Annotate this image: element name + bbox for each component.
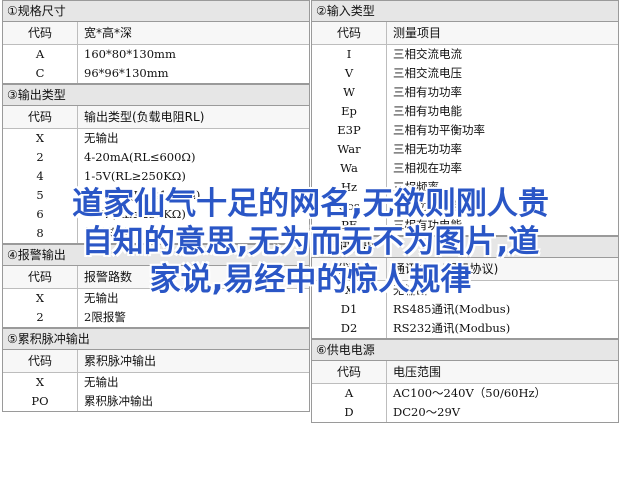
table-row: E3P 三相有功平衡功率 [312, 121, 618, 140]
table-row: 2 4-20mA(RL≤600Ω) [3, 148, 309, 167]
spec-sheet: ①规格尺寸 代码 宽*高*深 A 160*80*130mm C 96*96*130mm ③输出… [0, 0, 621, 478]
code-cell: V [312, 64, 387, 83]
table-row: W 三相有功功率 [312, 83, 618, 102]
description-cell: 160*80*130mm [84, 47, 176, 61]
code-cell: X [3, 129, 78, 148]
column-header-code: 代码 [312, 22, 387, 44]
overlay-line-2: 自知的意思,无为而无不为图片,道 [81, 224, 540, 260]
table-row: C 96*96*130mm [3, 64, 309, 83]
section-title: ③输出类型 [3, 85, 309, 106]
table-row: D DC20～29V [312, 403, 618, 422]
column-header-code: 代码 [312, 361, 387, 383]
watermark-overlay-text: 道家仙气十足的网名,无欲则刚人贵 自知的意思,无为而无不为图片,道 家说,易经中… [0, 185, 621, 299]
section-title: ①规格尺寸 [3, 1, 309, 22]
description-cell: 三相有功电能 [393, 104, 462, 118]
table-header-row: 代码 宽*高*深 [3, 22, 309, 45]
description-cell: 三相无功功率 [393, 142, 462, 156]
table-row: Ep 三相有功电能 [312, 102, 618, 121]
description-cell: 4-20mA(RL≤600Ω) [84, 150, 196, 164]
spec-section: ⑤累积脉冲输出 代码 累积脉冲输出 X 无输出 PO 累积脉冲输出 [2, 328, 310, 412]
table-row: Wa 三相视在功率 [312, 159, 618, 178]
code-cell: C [3, 64, 78, 83]
description-cell: 三相交流电压 [393, 66, 462, 80]
code-cell: X [3, 373, 78, 392]
overlay-line-3: 家说,易经中的惊人规律 [149, 262, 472, 298]
table-row: I 三相交流电流 [312, 45, 618, 64]
table-row: A 160*80*130mm [3, 45, 309, 64]
code-cell: D [312, 403, 387, 422]
table-row: D1 RS485通讯(Modbus) [312, 300, 618, 319]
column-header-code: 代码 [3, 22, 78, 44]
code-cell: Ep [312, 102, 387, 121]
code-cell: A [3, 45, 78, 64]
code-cell: D1 [312, 300, 387, 319]
table-row: X 无输出 [3, 373, 309, 392]
description-cell: 无输出 [84, 375, 119, 389]
table-row: D2 RS232通讯(Modbus) [312, 319, 618, 338]
code-cell: 2 [3, 148, 78, 167]
description-cell: 三相有功平衡功率 [393, 123, 485, 137]
code-cell: 4 [3, 167, 78, 186]
table-row: V 三相交流电压 [312, 64, 618, 83]
column-header-code: 代码 [3, 106, 78, 128]
table-row: 4 1-5V(RL≥250KΩ) [3, 167, 309, 186]
column-header-description: 累积脉冲输出 [84, 354, 157, 368]
section-title: ⑤累积脉冲输出 [3, 329, 309, 350]
code-cell: I [312, 45, 387, 64]
column-header-description: 测量项目 [393, 26, 442, 40]
description-cell: RS485通讯(Modbus) [393, 302, 511, 316]
table-header-row: 代码 电压范围 [312, 361, 618, 384]
section-title: ⑥供电电源 [312, 340, 618, 361]
description-cell: 1-5V(RL≥250KΩ) [84, 169, 186, 183]
description-cell: AC100～240V（50/60Hz） [393, 386, 547, 400]
table-row: A AC100～240V（50/60Hz） [312, 384, 618, 403]
spec-section: ⑥供电电源 代码 电压范围 A AC100～240V（50/60Hz） D DC20～29V [311, 339, 619, 423]
column-header-description: 输出类型(负载电阻RL) [84, 110, 205, 124]
column-header-description: 宽*高*深 [84, 26, 133, 40]
table-row: PO 累积脉冲输出 [3, 392, 309, 411]
code-cell: Wa [312, 159, 387, 178]
code-cell: E3P [312, 121, 387, 140]
code-cell: PO [3, 392, 78, 411]
table-row: War 三相无功功率 [312, 140, 618, 159]
code-cell: W [312, 83, 387, 102]
description-cell: 无输出 [84, 131, 119, 145]
description-cell: 三相交流电流 [393, 47, 462, 61]
code-cell: A [312, 384, 387, 403]
overlay-line-1: 道家仙气十足的网名,无欲则刚人贵 [72, 186, 549, 222]
code-cell: D2 [312, 319, 387, 338]
section-title: ②输入类型 [312, 1, 618, 22]
description-cell: 96*96*130mm [84, 66, 169, 80]
column-header-code: 代码 [3, 350, 78, 372]
code-cell: 2 [3, 308, 78, 327]
description-cell: DC20～29V [393, 405, 461, 419]
description-cell: RS232通讯(Modbus) [393, 321, 511, 335]
table-row: 2 2限报警 [3, 308, 309, 327]
table-header-row: 代码 输出类型(负载电阻RL) [3, 106, 309, 129]
description-cell: 累积脉冲输出 [84, 394, 153, 408]
spec-section: ①规格尺寸 代码 宽*高*深 A 160*80*130mm C 96*96*130mm [2, 0, 310, 84]
table-header-row: 代码 测量项目 [312, 22, 618, 45]
table-row: X 无输出 [3, 129, 309, 148]
column-header-description: 电压范围 [393, 365, 442, 379]
description-cell: 三相视在功率 [393, 161, 462, 175]
description-cell: 三相有功功率 [393, 85, 462, 99]
code-cell: War [312, 140, 387, 159]
description-cell: 2限报警 [84, 310, 126, 324]
table-header-row: 代码 累积脉冲输出 [3, 350, 309, 373]
